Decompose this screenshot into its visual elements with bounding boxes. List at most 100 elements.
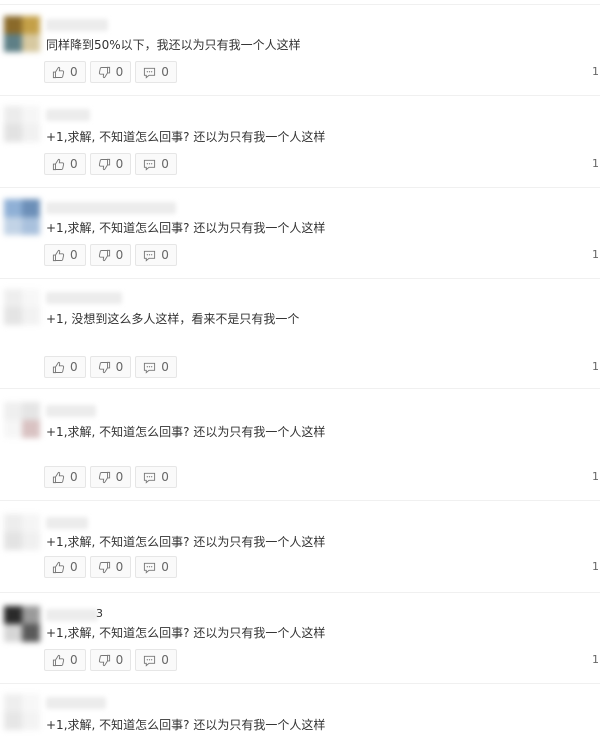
comment-actions: 0 0 0 bbox=[44, 356, 177, 378]
dislike-count: 0 bbox=[115, 653, 124, 667]
thumbs-up-icon bbox=[52, 654, 65, 666]
like-button[interactable]: 0 bbox=[44, 556, 86, 578]
truncated-meta: 1 bbox=[592, 470, 599, 483]
dislike-count: 0 bbox=[115, 470, 124, 484]
username[interactable] bbox=[46, 609, 98, 621]
reply-button[interactable]: 0 bbox=[135, 153, 177, 175]
comment-bubble-icon bbox=[144, 67, 156, 79]
like-button[interactable]: 0 bbox=[44, 356, 86, 378]
comment-item: +1,求解, 不知道怎么回事? 还以为只有我一个人这样 bbox=[0, 690, 600, 740]
comment-actions: 0 0 0 bbox=[44, 61, 177, 83]
avatar[interactable] bbox=[4, 402, 40, 438]
truncated-meta: 1 bbox=[592, 157, 599, 170]
comment-item: +1,求解, 不知道怎么回事? 还以为只有我一个人这样 0 0 0 1 bbox=[0, 510, 600, 598]
dislike-button[interactable]: 0 bbox=[89, 466, 132, 488]
reply-count: 0 bbox=[161, 157, 169, 171]
reply-count: 0 bbox=[161, 470, 169, 484]
truncated-meta: 1 bbox=[592, 248, 599, 261]
thumbs-up-icon bbox=[52, 158, 65, 170]
like-button[interactable]: 0 bbox=[44, 61, 86, 83]
like-button[interactable]: 0 bbox=[44, 244, 86, 266]
dislike-count: 0 bbox=[115, 560, 124, 574]
comment-text: +1,求解, 不知道怎么回事? 还以为只有我一个人这样 bbox=[46, 718, 326, 732]
thumbs-up-icon bbox=[52, 66, 65, 78]
like-button[interactable]: 0 bbox=[44, 466, 86, 488]
comment-bubble-icon bbox=[144, 472, 156, 484]
avatar[interactable] bbox=[4, 289, 40, 325]
like-count: 0 bbox=[70, 360, 78, 374]
thumbs-down-icon bbox=[98, 654, 110, 666]
reply-button[interactable]: 0 bbox=[135, 466, 177, 488]
like-count: 0 bbox=[70, 157, 78, 171]
comment-bubble-icon bbox=[144, 362, 156, 374]
comment-divider bbox=[0, 4, 600, 5]
thumbs-up-icon bbox=[52, 361, 65, 373]
comment-bubble-icon bbox=[144, 250, 156, 262]
thumbs-down-icon bbox=[98, 471, 110, 483]
comment-actions: 0 0 0 bbox=[44, 556, 177, 578]
username[interactable] bbox=[46, 517, 88, 529]
username[interactable] bbox=[46, 19, 108, 31]
reply-button[interactable]: 0 bbox=[135, 649, 177, 671]
comment-item: 3 +1,求解, 不知道怎么回事? 还以为只有我一个人这样 0 0 0 1 bbox=[0, 602, 600, 687]
like-count: 0 bbox=[70, 65, 78, 79]
comment-actions: 0 0 0 bbox=[44, 153, 177, 175]
like-count: 0 bbox=[70, 470, 78, 484]
thumbs-down-icon bbox=[98, 561, 110, 573]
reply-count: 0 bbox=[161, 360, 169, 374]
username[interactable] bbox=[46, 697, 106, 709]
avatar[interactable] bbox=[4, 106, 40, 142]
reply-count: 0 bbox=[161, 248, 169, 262]
reply-count: 0 bbox=[161, 560, 169, 574]
username[interactable] bbox=[46, 202, 176, 214]
truncated-meta: 1 bbox=[592, 653, 599, 666]
reply-button[interactable]: 0 bbox=[135, 356, 177, 378]
username-suffix: 3 bbox=[96, 607, 103, 620]
comment-item: +1, 没想到这么多人这样，看来不是只有我一个 0 0 0 1 bbox=[0, 285, 600, 395]
like-count: 0 bbox=[70, 248, 78, 262]
reply-button[interactable]: 0 bbox=[135, 244, 177, 266]
dislike-count: 0 bbox=[115, 360, 124, 374]
thumbs-up-icon bbox=[52, 561, 65, 573]
comment-actions: 0 0 0 bbox=[44, 466, 177, 488]
thumbs-down-icon bbox=[98, 66, 110, 78]
username[interactable] bbox=[46, 292, 122, 304]
like-count: 0 bbox=[70, 560, 78, 574]
dislike-button[interactable]: 0 bbox=[89, 556, 132, 578]
avatar[interactable] bbox=[4, 16, 40, 52]
comment-text: +1, 没想到这么多人这样，看来不是只有我一个 bbox=[46, 312, 300, 326]
reply-button[interactable]: 0 bbox=[135, 556, 177, 578]
comment-item: 同样降到50%以下，我还以为只有我一个人这样 0 0 0 1 bbox=[0, 12, 600, 100]
comment-actions: 0 0 0 bbox=[44, 649, 177, 671]
thumbs-up-icon bbox=[52, 249, 65, 261]
comment-bubble-icon bbox=[144, 562, 156, 574]
reply-button[interactable]: 0 bbox=[135, 61, 177, 83]
avatar[interactable] bbox=[4, 606, 40, 642]
comment-item: +1,求解, 不知道怎么回事? 还以为只有我一个人这样 0 0 0 1 bbox=[0, 195, 600, 283]
dislike-button[interactable]: 0 bbox=[89, 649, 132, 671]
dislike-count: 0 bbox=[115, 157, 124, 171]
reply-count: 0 bbox=[161, 65, 169, 79]
username[interactable] bbox=[46, 109, 90, 121]
dislike-button[interactable]: 0 bbox=[89, 153, 132, 175]
avatar[interactable] bbox=[4, 514, 40, 550]
dislike-button[interactable]: 0 bbox=[89, 356, 132, 378]
comment-bubble-icon bbox=[144, 655, 156, 667]
comment-bubble-icon bbox=[144, 159, 156, 171]
avatar[interactable] bbox=[4, 199, 40, 235]
dislike-button[interactable]: 0 bbox=[89, 61, 132, 83]
comment-item: +1,求解, 不知道怎么回事? 还以为只有我一个人这样 0 0 0 1 bbox=[0, 398, 600, 508]
thumbs-up-icon bbox=[52, 471, 65, 483]
comment-text: +1,求解, 不知道怎么回事? 还以为只有我一个人这样 bbox=[46, 425, 326, 439]
like-button[interactable]: 0 bbox=[44, 153, 86, 175]
avatar[interactable] bbox=[4, 694, 40, 730]
comment-text: +1,求解, 不知道怎么回事? 还以为只有我一个人这样 bbox=[46, 130, 326, 144]
username[interactable] bbox=[46, 405, 96, 417]
like-button[interactable]: 0 bbox=[44, 649, 86, 671]
dislike-count: 0 bbox=[115, 248, 124, 262]
dislike-button[interactable]: 0 bbox=[89, 244, 132, 266]
comment-text: +1,求解, 不知道怎么回事? 还以为只有我一个人这样 bbox=[46, 221, 326, 235]
like-count: 0 bbox=[70, 653, 78, 667]
comment-text: +1,求解, 不知道怎么回事? 还以为只有我一个人这样 bbox=[46, 535, 326, 549]
comment-text: +1,求解, 不知道怎么回事? 还以为只有我一个人这样 bbox=[46, 626, 326, 640]
